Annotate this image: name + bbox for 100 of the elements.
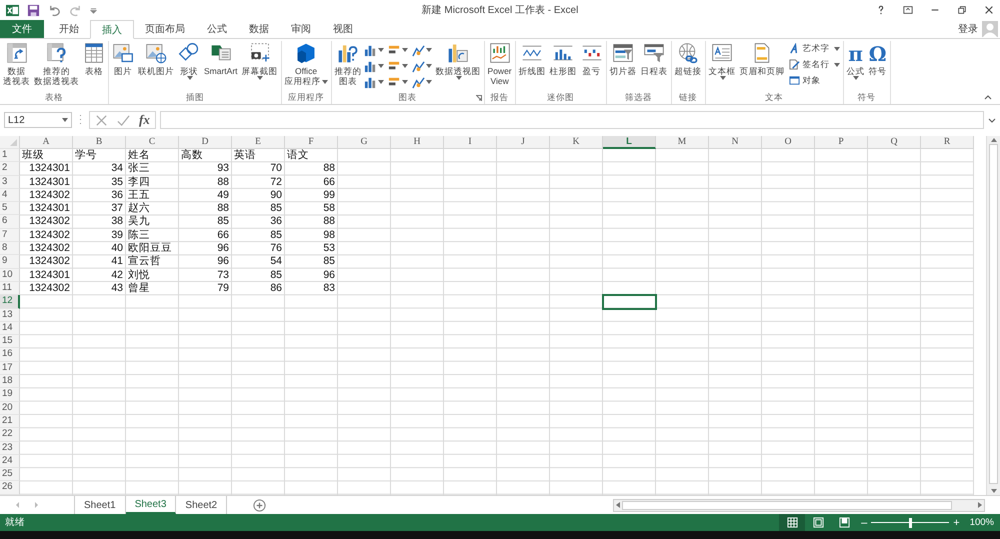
ribbon-button[interactable]: 图片 [110, 41, 136, 77]
ribbon-button[interactable]: Office 应用程序 [282, 41, 330, 87]
sheet-tab[interactable]: Sheet3 [126, 496, 176, 514]
ribbon-button[interactable]: Ω 符号 [866, 41, 889, 77]
row-header[interactable]: 3 [0, 176, 20, 189]
row-header[interactable]: 17 [0, 362, 20, 376]
name-box[interactable]: L12 [4, 112, 72, 128]
ribbon-tab[interactable]: 审阅 [280, 20, 322, 38]
chart-type-button[interactable] [412, 43, 434, 57]
normal-view-button[interactable] [779, 514, 806, 531]
column-header[interactable]: A [20, 136, 73, 149]
ribbon-button[interactable]: 屏幕截图 [240, 41, 280, 81]
row-header[interactable]: 5 [0, 202, 20, 216]
chart-type-button[interactable] [364, 43, 386, 57]
ribbon-tab[interactable]: 数据 [238, 20, 280, 38]
column-header[interactable]: C [126, 136, 179, 149]
row-header[interactable]: 16 [0, 348, 20, 362]
ribbon-button[interactable]: 形状 [176, 41, 202, 81]
chart-type-button[interactable] [412, 75, 434, 89]
column-header[interactable]: N [709, 136, 762, 149]
zoom-in-button[interactable]: + [953, 516, 960, 528]
ribbon-display-icon[interactable] [903, 5, 913, 15]
help-icon[interactable] [876, 5, 886, 15]
selected-cell[interactable] [602, 294, 657, 310]
column-header[interactable]: O [762, 136, 815, 149]
row-header[interactable]: 18 [0, 375, 20, 388]
file-tab[interactable]: 文件 [0, 20, 44, 38]
row-header[interactable]: 15 [0, 335, 20, 348]
column-header[interactable]: P [815, 136, 868, 149]
undo-icon[interactable] [48, 4, 61, 16]
column-header[interactable]: D [179, 136, 232, 149]
ribbon-small-button[interactable]: 艺术字 [786, 41, 842, 56]
row-header[interactable]: 19 [0, 388, 20, 402]
ribbon-tab[interactable]: 页面布局 [134, 20, 196, 38]
ribbon-button[interactable]: 超链接 [672, 41, 704, 77]
ribbon-tab[interactable]: 开始 [48, 20, 90, 38]
dialog-launcher-icon[interactable] [476, 95, 482, 101]
row-header[interactable]: 4 [0, 188, 20, 202]
ribbon-button[interactable]: 文本框 [706, 41, 738, 81]
ribbon-button[interactable]: 折线图 [516, 41, 548, 77]
ribbon-tab[interactable]: 公式 [196, 20, 238, 38]
row-header[interactable]: 21 [0, 414, 20, 428]
row-header[interactable]: 12 [0, 295, 20, 309]
formula-input[interactable] [160, 111, 984, 129]
row-header[interactable]: 1 [0, 149, 20, 162]
row-header[interactable]: 6 [0, 215, 20, 229]
row-header[interactable]: 2 [0, 162, 20, 176]
row-header[interactable]: 25 [0, 468, 20, 482]
spreadsheet-logo-icon[interactable] [6, 4, 19, 16]
collapse-ribbon-icon[interactable] [984, 95, 992, 100]
column-header[interactable]: I [444, 136, 497, 149]
column-header[interactable]: B [73, 136, 126, 149]
add-sheet-icon[interactable] [253, 498, 266, 512]
row-header[interactable]: 22 [0, 428, 20, 442]
row-header[interactable]: 11 [0, 282, 20, 296]
row-header[interactable]: 10 [0, 268, 20, 282]
ribbon-button[interactable]: 表格 [81, 41, 107, 77]
row-header[interactable]: 13 [0, 308, 20, 322]
ribbon-button[interactable]: 柱形图 [548, 41, 579, 77]
zoom-level[interactable]: 100% [970, 517, 994, 528]
vertical-scrollbar[interactable] [986, 136, 1000, 495]
scroll-right-icon[interactable] [976, 501, 984, 509]
restore-icon[interactable] [957, 5, 967, 15]
save-icon[interactable] [27, 4, 40, 16]
scroll-left-icon[interactable] [614, 501, 622, 509]
column-header[interactable]: K [550, 136, 603, 149]
row-header[interactable]: 26 [0, 481, 20, 495]
chart-type-button[interactable] [412, 59, 434, 73]
scroll-down-icon[interactable] [990, 487, 998, 495]
column-header[interactable]: E [232, 136, 285, 149]
row-header[interactable]: 7 [0, 228, 20, 242]
horizontal-scrollbar[interactable] [613, 498, 985, 512]
column-header[interactable]: F [285, 136, 338, 149]
ribbon-button[interactable]: 联机图片 [136, 41, 176, 77]
column-header[interactable]: M [656, 136, 709, 149]
ribbon-button[interactable]: π 公式 [844, 41, 867, 81]
ribbon-button[interactable]: 数据 透视表 [1, 41, 32, 87]
insert-function-button[interactable]: fx [139, 112, 150, 128]
row-header[interactable]: 20 [0, 402, 20, 415]
column-header[interactable]: L [603, 136, 656, 149]
ribbon-button[interactable]: 推荐的 数据透视表 [32, 41, 81, 87]
checkmark-icon[interactable] [117, 114, 130, 126]
ribbon-tab[interactable]: 插入 [90, 20, 134, 39]
ribbon-button[interactable]: 盈亏 [578, 41, 605, 77]
chart-type-button[interactable] [364, 59, 386, 73]
row-header[interactable]: 8 [0, 242, 20, 256]
ribbon-button[interactable]: 推荐的 图表 [332, 41, 364, 87]
expand-icon[interactable] [988, 118, 996, 122]
ribbon-button[interactable]: SmartArt [202, 41, 240, 77]
close-icon[interactable] [984, 5, 994, 15]
ribbon-button[interactable]: 切片器 [608, 41, 639, 77]
column-header[interactable]: R [921, 136, 974, 149]
sign-in-link[interactable]: 登录 [958, 22, 978, 36]
ribbon-small-button[interactable]: 签名行 [786, 57, 842, 72]
column-header[interactable]: J [497, 136, 550, 149]
row-header[interactable]: 14 [0, 322, 20, 336]
column-header[interactable]: G [338, 136, 391, 149]
row-header[interactable]: 23 [0, 442, 20, 455]
ribbon-button[interactable]: Power View [486, 41, 514, 87]
column-header[interactable]: H [391, 136, 444, 149]
